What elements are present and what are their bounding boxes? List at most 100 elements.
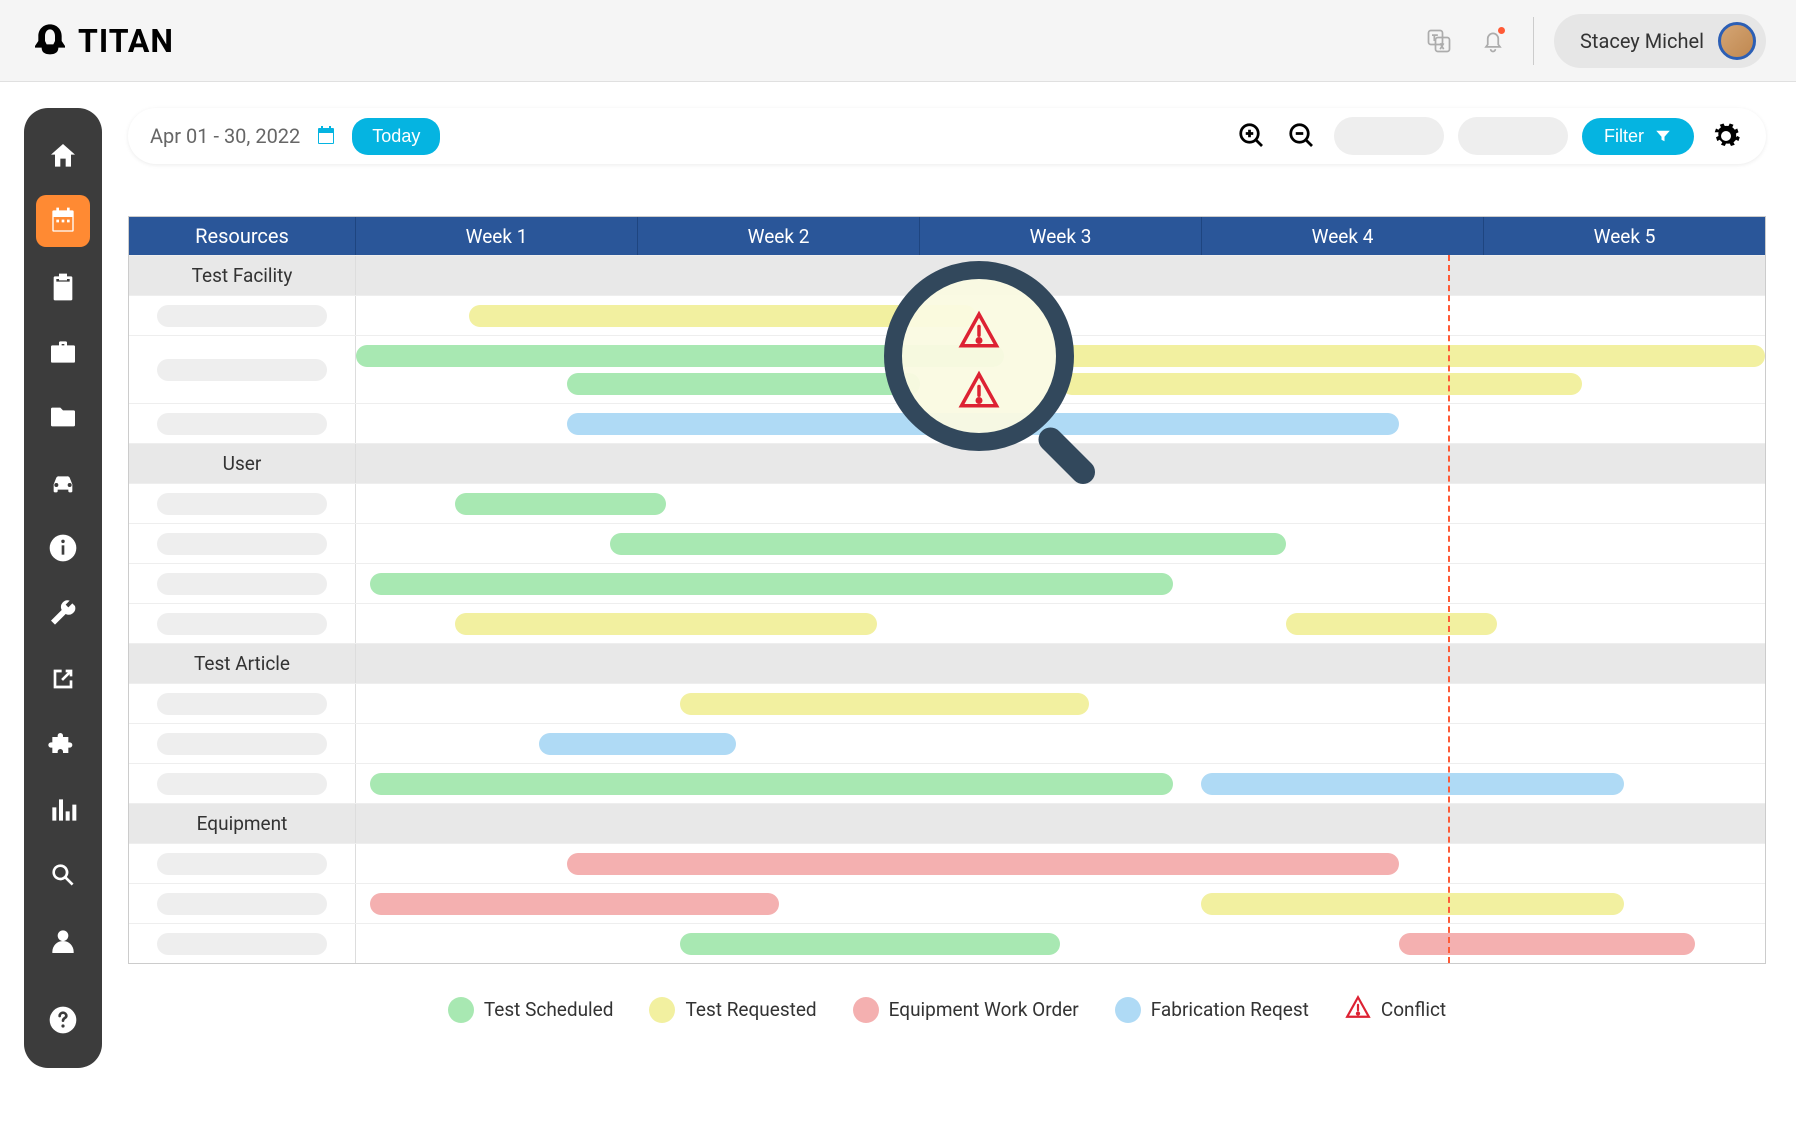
user-name: Stacey Michel [1580, 29, 1704, 53]
group-label: Test Article [129, 644, 356, 683]
resource-placeholder [157, 613, 327, 635]
legend-label: Fabrication Reqest [1151, 998, 1309, 1021]
toolbar-placeholder-1[interactable] [1334, 117, 1444, 155]
chart-cell [356, 684, 1765, 723]
gantt-bar-yellow[interactable] [1201, 893, 1624, 915]
gantt-bar-red[interactable] [370, 893, 779, 915]
resource-placeholder [157, 493, 327, 515]
chart-cell [356, 564, 1765, 603]
gantt-bar-yellow[interactable] [680, 693, 1089, 715]
nav-calendar[interactable] [36, 195, 90, 246]
logo-text: TITAN [78, 22, 174, 60]
today-button[interactable]: Today [352, 118, 440, 155]
nav-search[interactable] [36, 850, 90, 901]
nav-tools[interactable] [36, 588, 90, 639]
nav-briefcase[interactable] [36, 326, 90, 377]
nav-help[interactable] [36, 994, 90, 1045]
user-menu[interactable]: Stacey Michel [1554, 14, 1766, 68]
legend-item: Equipment Work Order [853, 997, 1079, 1023]
group-row: Test Facility [129, 255, 1765, 295]
gantt-bar-blue[interactable] [539, 733, 736, 755]
folder-icon [47, 401, 79, 433]
zoom-in-button[interactable] [1234, 118, 1270, 154]
gantt-bar-yellow[interactable] [1061, 373, 1582, 395]
legend-dot [1115, 997, 1141, 1023]
toolbar-placeholder-2[interactable] [1458, 117, 1568, 155]
gantt-bar-yellow[interactable] [1061, 345, 1766, 367]
nav-plugins[interactable] [36, 719, 90, 770]
gantt-bar-red[interactable] [1399, 933, 1695, 955]
gantt-bar-green[interactable] [356, 345, 1004, 367]
resource-cell [129, 924, 356, 963]
translate-button[interactable] [1419, 21, 1459, 61]
search-icon [47, 859, 79, 891]
puzzle-icon [47, 729, 79, 761]
group-row: User [129, 443, 1765, 483]
resource-cell [129, 524, 356, 563]
resource-row [129, 335, 1765, 403]
settings-button[interactable] [1708, 118, 1744, 154]
gantt-bar-yellow[interactable] [469, 305, 976, 327]
resource-row [129, 683, 1765, 723]
resource-cell [129, 296, 356, 335]
zoom-out-button[interactable] [1284, 118, 1320, 154]
bar-chart-icon [47, 794, 79, 826]
nav-clipboard[interactable] [36, 261, 90, 312]
resource-cell [129, 764, 356, 803]
legend-label: Equipment Work Order [889, 998, 1079, 1021]
gantt-bar-blue[interactable] [1201, 773, 1624, 795]
nav-reports[interactable] [36, 784, 90, 835]
resource-cell [129, 684, 356, 723]
legend: Test ScheduledTest RequestedEquipment Wo… [128, 994, 1766, 1025]
date-range: Apr 01 - 30, 2022 [150, 124, 300, 148]
gantt-bar-green[interactable] [567, 373, 919, 395]
chart-cell [356, 884, 1765, 923]
resource-placeholder [157, 893, 327, 915]
filter-button[interactable]: Filter [1582, 118, 1694, 155]
resource-cell [129, 884, 356, 923]
external-link-icon [47, 663, 79, 695]
resource-row [129, 295, 1765, 335]
gantt-bar-green[interactable] [680, 933, 1060, 955]
resource-cell [129, 484, 356, 523]
filter-icon [1654, 127, 1672, 145]
notifications-button[interactable] [1473, 21, 1513, 61]
chart-cell [356, 844, 1765, 883]
person-icon [47, 925, 79, 957]
resource-row [129, 403, 1765, 443]
nav-user[interactable] [36, 915, 90, 966]
resource-row [129, 603, 1765, 643]
nav-home[interactable] [36, 130, 90, 181]
nav-vehicle[interactable] [36, 457, 90, 508]
legend-item: Fabrication Reqest [1115, 997, 1309, 1023]
group-label: Test Facility [129, 256, 356, 295]
calendar-picker-icon[interactable] [314, 124, 338, 148]
chart-cell [356, 404, 1765, 443]
gantt-bar-green[interactable] [370, 573, 1173, 595]
gantt-bar-green[interactable] [455, 493, 666, 515]
helmet-icon [30, 21, 70, 61]
gantt-bar-green[interactable] [610, 533, 1286, 555]
divider [1533, 17, 1534, 65]
legend-item: Test Requested [649, 997, 816, 1023]
group-label: Equipment [129, 804, 356, 843]
resource-row [129, 923, 1765, 963]
chart-cell [356, 924, 1765, 963]
gantt-bar-green[interactable] [370, 773, 1173, 795]
gantt-bar-yellow[interactable] [455, 613, 878, 635]
resource-placeholder [157, 693, 327, 715]
resource-row [129, 483, 1765, 523]
nav-info[interactable] [36, 523, 90, 574]
chart-cell [356, 524, 1765, 563]
gantt-bar-blue[interactable] [567, 413, 1398, 435]
briefcase-icon [47, 336, 79, 368]
resource-placeholder [157, 773, 327, 795]
nav-folder[interactable] [36, 392, 90, 443]
home-icon [47, 140, 79, 172]
gantt-bar-yellow[interactable] [1286, 613, 1497, 635]
help-icon [47, 1004, 79, 1036]
gantt-body: Test Facility User Test Article Equipment [129, 255, 1765, 963]
gantt-bar-red[interactable] [567, 853, 1398, 875]
nav-external[interactable] [36, 653, 90, 704]
group-row: Test Article [129, 643, 1765, 683]
